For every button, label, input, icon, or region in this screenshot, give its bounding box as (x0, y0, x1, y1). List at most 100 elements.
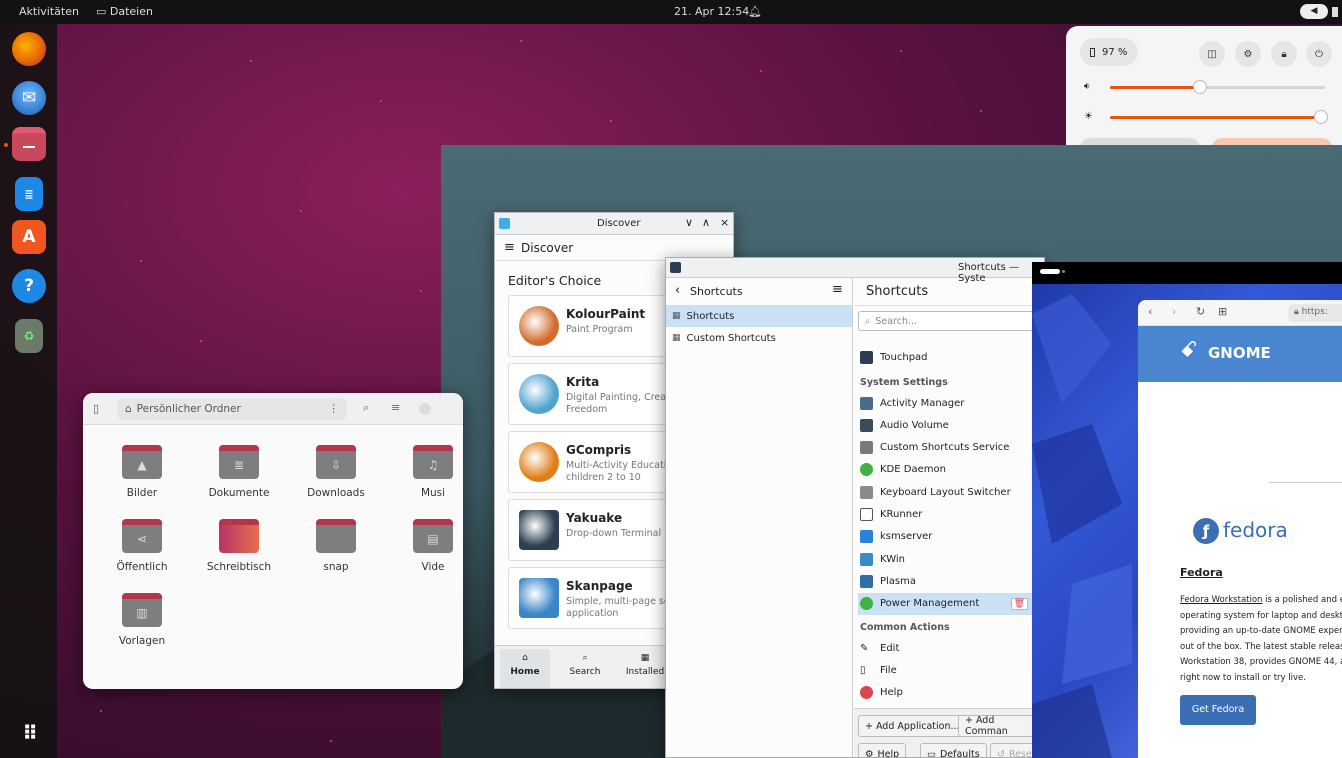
shortcuts-window: Shortcuts — Syste ‹ Shortcuts ≡ ▦ Shortcu… (665, 257, 1045, 758)
list-item[interactable]: Plasma (858, 570, 1044, 592)
nav-home[interactable]: ⌂ Home (500, 649, 550, 688)
reload-icon[interactable]: ↻ (1196, 305, 1205, 318)
minimize-icon[interactable]: ∨ (685, 216, 693, 229)
app-icon (860, 574, 873, 588)
lock-icon: 🔒︎ (1294, 307, 1302, 317)
search-icon[interactable]: ⌕ (363, 401, 369, 415)
folder-item[interactable]: ▤ Vide (388, 519, 463, 573)
sidebar-header: ‹ Shortcuts ≡ (666, 278, 853, 306)
system-status-button[interactable]: ◀︎ (1300, 4, 1328, 19)
fedora-workstation-link[interactable]: Fedora Workstation (1180, 595, 1262, 605)
folder-label: Musi (420, 487, 446, 499)
new-tab-icon[interactable]: ⊞ (1218, 305, 1227, 318)
list-item[interactable]: Custom Shortcuts Service (858, 437, 1044, 459)
back-icon[interactable]: ‹ (1148, 305, 1152, 318)
screenshot-button[interactable]: ◫ (1199, 41, 1225, 67)
reset-icon: ↺ (997, 748, 1005, 758)
folder-icon: ≣ (219, 445, 259, 479)
list-item[interactable]: KWin (858, 548, 1044, 570)
list-item-touchpad[interactable]: Touchpad (858, 346, 1044, 368)
fedora-description: Fedora Workstation is a polished and e o… (1180, 595, 1342, 683)
nav-installed[interactable]: ▦ Installed (620, 649, 670, 688)
list-item-file[interactable]: ▯ File (858, 659, 1044, 681)
add-application-button[interactable]: + Add Application... (858, 715, 967, 737)
files-icon[interactable] (12, 127, 46, 161)
folder-item[interactable]: ≣ Dokumente (194, 445, 284, 499)
help-button[interactable]: ⚙ Help (858, 743, 907, 758)
folder-item[interactable]: Schreibtisch (194, 519, 284, 573)
list-item[interactable]: Activity Manager (858, 392, 1044, 414)
url-bar[interactable]: 🔒︎ https: (1288, 304, 1342, 322)
list-item-label: ksmserver (880, 531, 933, 543)
trash-icon[interactable]: ♻ (15, 319, 43, 353)
battery-icon (1090, 47, 1095, 57)
folder-item[interactable]: ▥ Vorlagen (97, 593, 187, 647)
folder-item[interactable]: snap (291, 519, 381, 573)
show-apps-icon[interactable]: ⠿ (12, 716, 46, 750)
hamburger-icon[interactable]: ≡ (504, 240, 515, 255)
pencil-icon: ✎ (860, 642, 869, 654)
list-item-label: Plasma (880, 575, 917, 587)
get-fedora-button[interactable]: Get Fedora (1180, 695, 1256, 725)
folder-item[interactable]: ▲ Bilder (97, 445, 187, 499)
minimize-button[interactable] (419, 403, 431, 415)
lock-button[interactable]: 🔒︎ (1271, 41, 1297, 67)
clock[interactable]: 21. Apr 12:54 (674, 5, 749, 18)
writer-icon[interactable]: ≣ (15, 177, 43, 211)
battery-indicator[interactable]: 97 % (1080, 38, 1138, 66)
sidebar-item-custom-shortcuts[interactable]: ▦ Custom Shortcuts (666, 327, 852, 349)
star (980, 110, 982, 112)
power-button[interactable]: ⏻ (1306, 41, 1332, 67)
search-input[interactable]: ⌕ Search... (858, 311, 1044, 331)
thunderbird-icon[interactable]: ✉ (12, 81, 46, 115)
folder-item[interactable]: ⋖ Öffentlich (97, 519, 187, 573)
nav-search[interactable]: ⌕ Search (560, 649, 610, 688)
workspace-dot (1062, 270, 1065, 273)
brightness-slider[interactable] (1110, 110, 1328, 124)
volume-slider[interactable] (1110, 80, 1325, 94)
sidebar-toggle-icon[interactable]: ▯ (93, 402, 99, 415)
help-icon: ⚙ (865, 748, 874, 758)
star (250, 60, 252, 62)
dock: ✉ ≣ A ? ♻ ⠿ (0, 24, 57, 758)
list-item[interactable]: Audio Volume (858, 414, 1044, 436)
list-item-edit[interactable]: ✎ Edit (858, 637, 1044, 659)
firefox-icon[interactable] (12, 32, 46, 66)
sidebar-item-shortcuts[interactable]: ▦ Shortcuts (666, 305, 852, 327)
maximize-icon[interactable]: ∧ (702, 216, 710, 229)
folder-icon: ⋖ (122, 519, 162, 553)
view-menu-icon[interactable]: ≡ (391, 401, 400, 414)
gnome-web-window: ‹ › ↻ ⊞ 🔒︎ https: ꗃ GNOME ƒ fedora Fedor… (1032, 262, 1342, 758)
delete-icon[interactable]: 🗑︎ (1010, 597, 1028, 610)
path-bar[interactable]: ⌂ Persönlicher Ordner ⋮ (117, 398, 347, 420)
list-item[interactable]: KRunner (858, 504, 1044, 526)
forward-icon[interactable]: › (1172, 305, 1176, 318)
close-icon[interactable]: × (720, 216, 729, 229)
list-item-help[interactable]: Help (858, 681, 1044, 703)
back-arrow-icon[interactable]: ‹ (675, 283, 680, 298)
hamburger-icon[interactable]: ≡ (832, 282, 843, 297)
help-icon (860, 685, 873, 699)
menu-dots-icon[interactable]: ⋮ (329, 403, 340, 415)
folder-item[interactable]: ⇩ Downloads (291, 445, 381, 499)
volume-icon: 🔉︎ (1084, 81, 1091, 92)
star (330, 740, 332, 742)
list-item[interactable]: Power Management 🗑︎ (858, 592, 1044, 615)
defaults-button[interactable]: ▭ Defaults (920, 743, 987, 758)
help-icon[interactable]: ? (12, 269, 46, 303)
app-menu[interactable]: ▭ Dateien (96, 5, 153, 18)
list-item[interactable]: Keyboard Layout Switcher (858, 481, 1044, 503)
star (610, 120, 612, 122)
software-icon[interactable]: A (12, 220, 46, 254)
activities-button[interactable]: Aktivitäten (19, 5, 79, 18)
folder-item[interactable]: ♫ Musi (388, 445, 463, 499)
folder-icon (316, 519, 356, 553)
app-icon (860, 463, 873, 477)
app-icon (860, 441, 873, 455)
list-item[interactable]: KDE Daemon (858, 459, 1044, 481)
settings-button[interactable]: ⚙ (1235, 41, 1261, 67)
running-indicator (4, 143, 8, 147)
list-item-label: KRunner (880, 509, 923, 520)
list-item[interactable]: ksmserver (858, 526, 1044, 548)
defaults-icon: ▭ (927, 748, 936, 758)
